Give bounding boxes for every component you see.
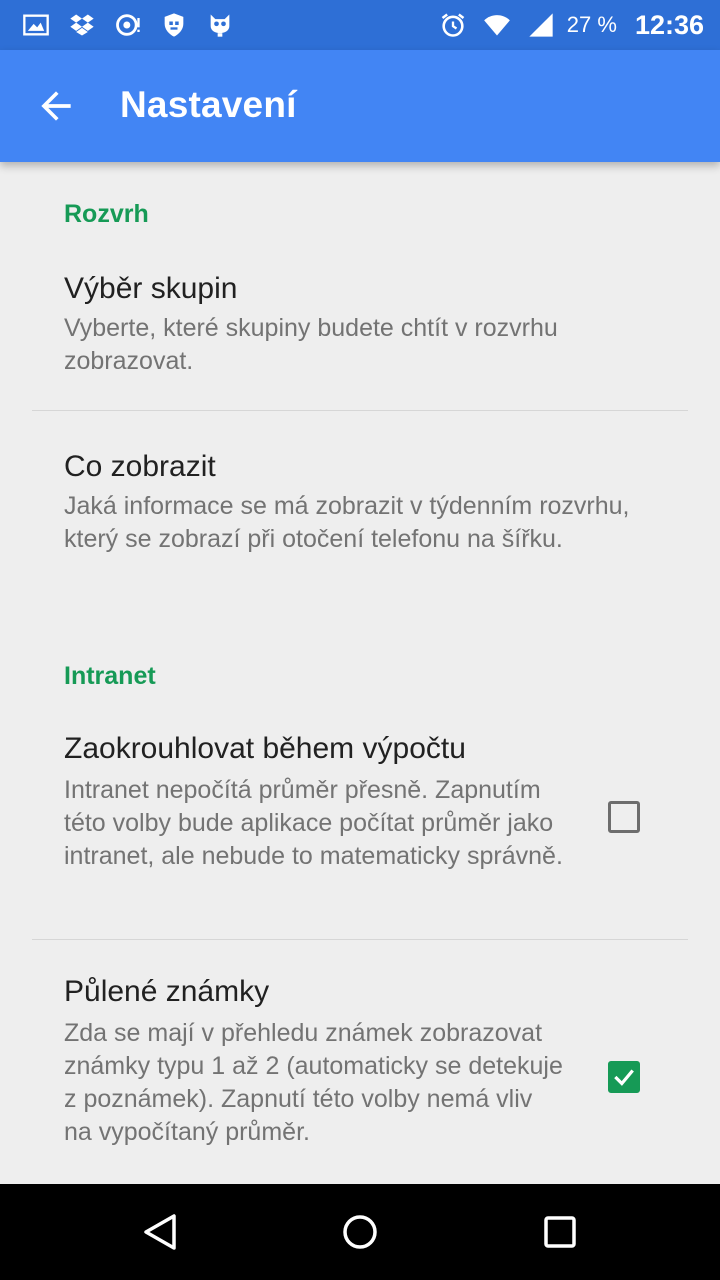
arrow-left-icon[interactable] xyxy=(34,84,78,128)
recents-square-icon[interactable] xyxy=(536,1208,584,1256)
pref-item-zaokrouhlovat[interactable]: Zaokrouhlovat během výpočtu Intranet nep… xyxy=(0,702,720,938)
pref-title: Co zobrazit xyxy=(64,450,216,483)
half-grades-checkbox[interactable] xyxy=(608,1061,640,1093)
divider xyxy=(32,410,688,411)
navigation-bar xyxy=(0,1184,720,1280)
pref-title: Půlené známky xyxy=(64,975,270,1008)
pref-summary: Jaká informace se má zobrazit v týdenním… xyxy=(64,492,630,553)
back-triangle-icon[interactable] xyxy=(136,1208,184,1256)
app-bar: Nastavení xyxy=(0,50,720,162)
settings-list: Rozvrh Výběr skupin Vyberte, které skupi… xyxy=(0,162,720,1184)
pref-summary: Vyberte, které skupiny budete chtít v ro… xyxy=(64,314,558,375)
notification-icon xyxy=(116,14,140,36)
status-bar: 27 % 12:36 xyxy=(0,0,720,50)
alarm-icon xyxy=(441,13,465,37)
battery-percentage: 27 % xyxy=(566,12,617,37)
home-circle-icon[interactable] xyxy=(336,1208,384,1256)
pref-item-co-zobrazit[interactable]: Co zobrazit Jaká informace se má zobrazi… xyxy=(0,412,720,612)
image-icon xyxy=(23,14,49,36)
signal-icon xyxy=(529,13,553,37)
shield-icon xyxy=(164,13,184,37)
pref-item-vyber-skupin[interactable]: Výběr skupin Vyberte, které skupiny bude… xyxy=(0,232,720,410)
dropbox-icon xyxy=(70,14,94,36)
pref-summary: Intranet nepočítá průměr přesně. Zapnutí… xyxy=(64,776,563,870)
pref-title: Výběr skupin xyxy=(64,272,238,305)
pref-item-pulene-znamky[interactable]: Půlené známky Zda se mají v přehledu zná… xyxy=(0,941,720,1184)
page-title: Nastavení xyxy=(120,84,297,125)
check-icon xyxy=(614,1069,634,1086)
cat-icon xyxy=(210,14,230,37)
clock: 12:36 xyxy=(634,9,704,40)
round-checkbox[interactable] xyxy=(608,801,640,833)
divider xyxy=(32,939,688,940)
pref-title: Zaokrouhlovat během výpočtu xyxy=(64,732,466,765)
wifi-icon xyxy=(483,15,510,36)
section-header-intranet: Intranet xyxy=(64,662,156,690)
section-header-rozvrh: Rozvrh xyxy=(64,200,149,228)
pref-summary: Zda se mají v přehledu známek zobrazovat… xyxy=(64,1019,563,1146)
